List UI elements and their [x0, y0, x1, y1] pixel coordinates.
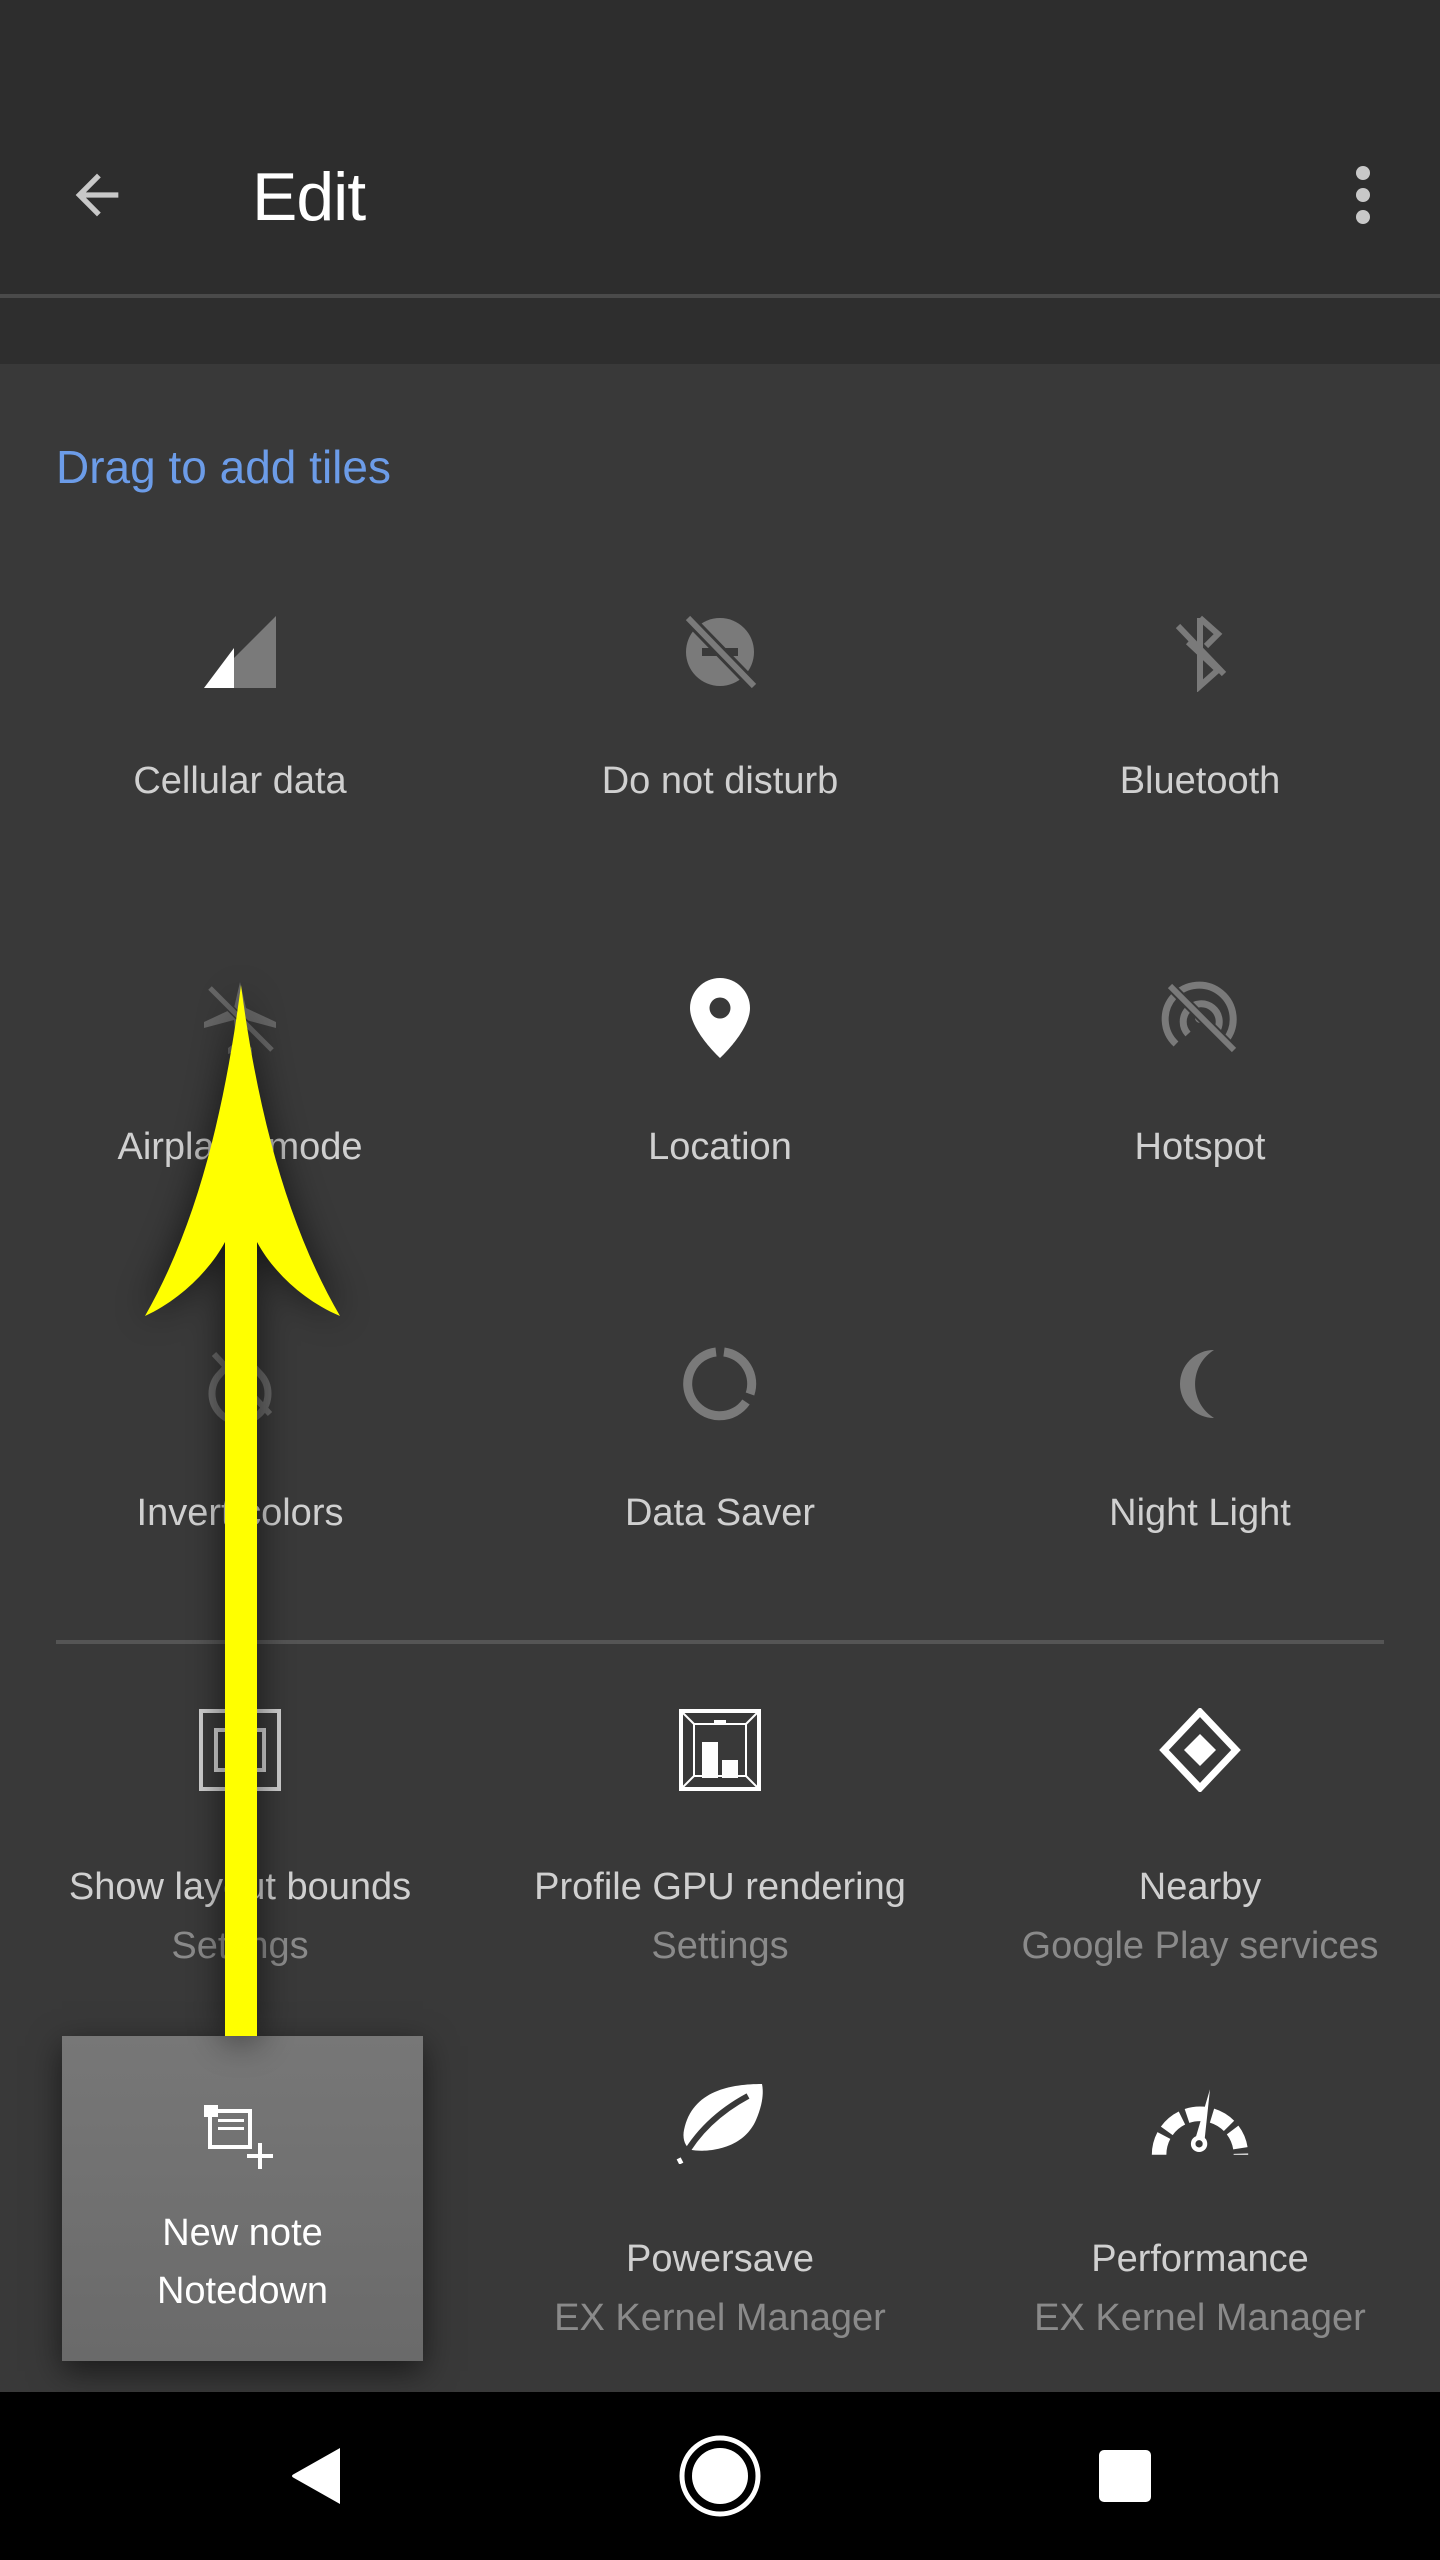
nav-back-button[interactable] [266, 2426, 366, 2526]
tile-performance[interactable]: Performance EX Kernel Manager [960, 2072, 1440, 2340]
layout-bounds-icon [199, 1709, 281, 1791]
tile-label: Do not disturb [601, 760, 839, 802]
tile-label: Profile GPU rendering [534, 1866, 906, 1908]
tile-cellular-data[interactable]: Cellular data [0, 602, 480, 803]
tile-location[interactable]: Location [480, 968, 960, 1169]
leaf-icon [676, 2084, 763, 2164]
tile-source-app: EX Kernel Manager [1034, 2297, 1366, 2339]
tile-bluetooth[interactable]: Bluetooth [960, 602, 1440, 803]
tile-do-not-disturb[interactable]: Do not disturb [480, 602, 960, 803]
tile-invert-colors[interactable]: Invert colors [0, 1334, 480, 1535]
page-title: Edit [252, 159, 366, 235]
tile-label: Location [648, 1126, 792, 1168]
tile-night-light[interactable]: Night Light [960, 1334, 1440, 1535]
tile-label: Bluetooth [1119, 760, 1281, 802]
tile-source-app: Notedown [156, 2270, 329, 2312]
tile-airplane-mode[interactable]: Airplane mode [0, 968, 480, 1169]
tile-label: Cellular data [133, 760, 347, 802]
tile-label: Hotspot [1134, 1126, 1266, 1168]
data-saver-icon [683, 1347, 757, 1421]
nav-home-icon [679, 2435, 761, 2517]
tile-show-layout-bounds[interactable]: Show layout bounds Settings [0, 1700, 480, 1968]
back-button[interactable] [52, 150, 142, 240]
tile-powersave[interactable]: Powersave EX Kernel Manager [480, 2072, 960, 2340]
new-note-icon [204, 2105, 273, 2169]
airplane-off-icon [204, 982, 276, 1054]
bluetooth-disabled-icon [1175, 615, 1227, 692]
tile-label: Data Saver [624, 1492, 816, 1534]
drag-to-add-header: Drag to add tiles [56, 441, 391, 493]
nearby-diamond-icon [1159, 1708, 1241, 1792]
night-light-moon-icon [1179, 1350, 1214, 1418]
invert-colors-off-icon [208, 1346, 273, 1424]
tile-label: Invert colors [136, 1492, 344, 1534]
speedometer-icon [1151, 2089, 1249, 2156]
tile-label: Night Light [1109, 1492, 1291, 1534]
location-pin-icon [690, 978, 750, 1058]
tile-label: Powersave [626, 2238, 814, 2280]
arrow-back-icon [75, 173, 119, 217]
tile-source-app: EX Kernel Manager [554, 2297, 886, 2339]
nav-home-button[interactable] [670, 2426, 770, 2526]
tile-label: Performance [1091, 2238, 1309, 2280]
tile-source-app: Settings [651, 1925, 789, 1967]
dragged-tile-new-note[interactable]: New note Notedown [62, 2036, 423, 2361]
nav-recents-icon [1099, 2450, 1151, 2502]
navigation-bar [0, 2392, 1440, 2560]
tile-source-app: Google Play services [1021, 1925, 1379, 1967]
tile-label: New note [162, 2212, 323, 2254]
tile-label: Nearby [1138, 1866, 1262, 1908]
gpu-profile-icon [679, 1709, 761, 1791]
cellular-signal-icon [204, 616, 276, 688]
tile-source-app: Settings [171, 1925, 309, 1967]
status-bar [0, 0, 1440, 96]
tile-label: Show layout bounds [68, 1866, 412, 1908]
tile-label: Airplane mode [117, 1126, 363, 1168]
more-vert-icon [1356, 166, 1370, 224]
toolbar [0, 96, 1440, 294]
nav-back-icon [292, 2448, 340, 2504]
nav-recents-button[interactable] [1075, 2426, 1175, 2526]
active-tiles-edge [0, 298, 1440, 364]
more-options-button[interactable] [1318, 150, 1408, 240]
section-divider [56, 1640, 1384, 1644]
tile-nearby[interactable]: Nearby Google Play services [960, 1700, 1440, 1968]
do-not-disturb-off-icon [681, 612, 760, 692]
tile-hotspot[interactable]: Hotspot [960, 968, 1440, 1169]
tile-data-saver[interactable]: Data Saver [480, 1334, 960, 1535]
tile-profile-gpu-rendering[interactable]: Profile GPU rendering Settings [480, 1700, 960, 1968]
hotspot-off-icon [1161, 981, 1238, 1054]
